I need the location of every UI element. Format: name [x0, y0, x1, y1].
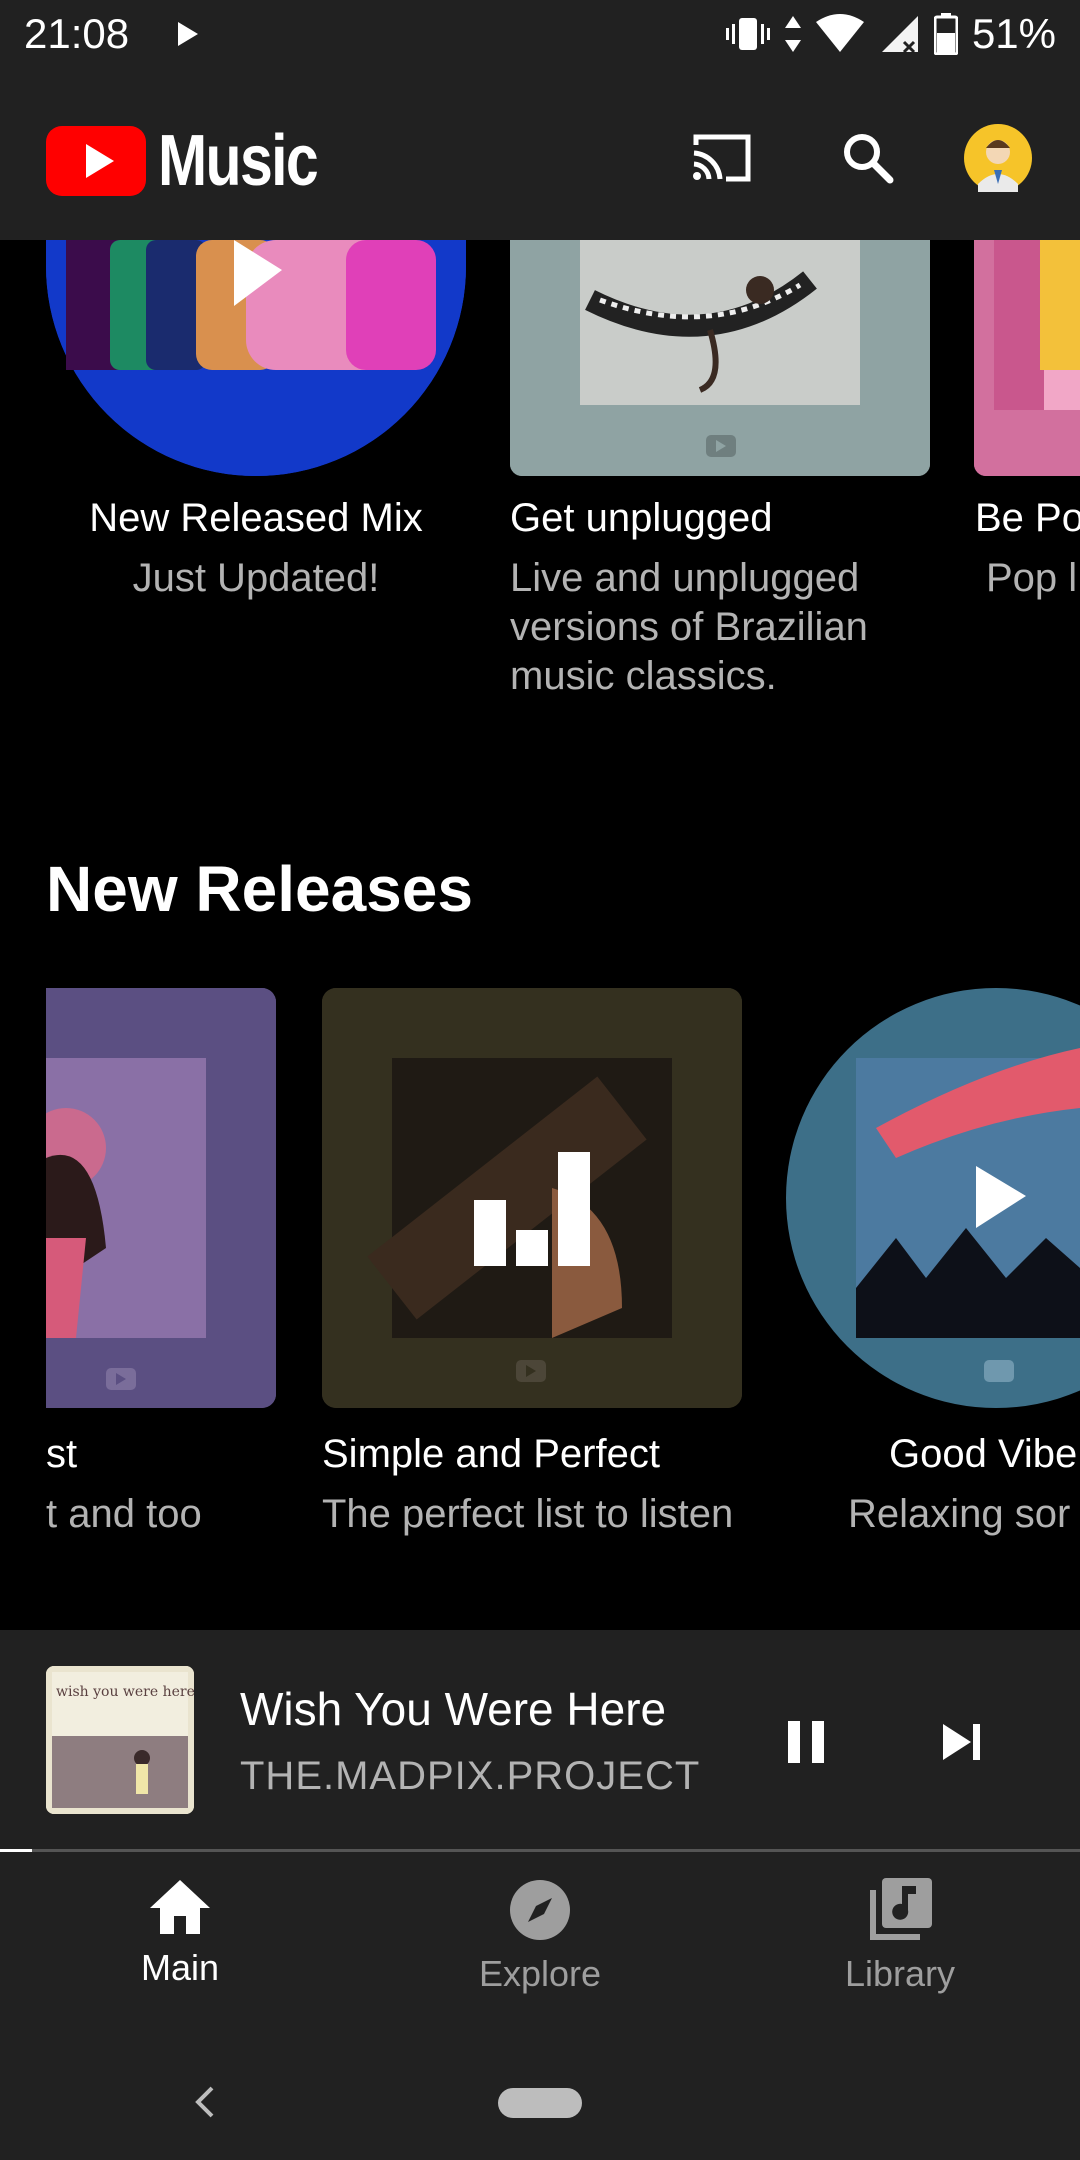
skip-next-button[interactable]: [926, 1706, 998, 1778]
back-button[interactable]: [186, 2082, 226, 2122]
mini-player[interactable]: wish you were here Wish You Were Here TH…: [0, 1630, 1080, 1852]
nav-label: Library: [844, 1953, 956, 1994]
now-playing-title[interactable]: Wish You Were Here: [240, 1682, 666, 1736]
search-button[interactable]: [832, 122, 904, 194]
nav-item-library[interactable]: Library: [780, 1878, 1020, 1995]
card-subtitle: Just Updated!: [132, 556, 380, 600]
card-subtitle: The perfect list to listen: [322, 1492, 734, 1536]
album-art-icon: wish you were here: [46, 1666, 194, 1814]
card-title[interactable]: New Released Mix: [46, 496, 466, 541]
media-play-icon: [178, 22, 198, 46]
new-released-mix-thumbnail[interactable]: [46, 240, 466, 476]
nav-label: Explore: [478, 1953, 602, 1994]
hammock-photo-icon: [510, 240, 930, 476]
good-vibe-thumbnail[interactable]: [786, 988, 1080, 1408]
app-title: Music: [158, 121, 319, 201]
pause-button[interactable]: [770, 1706, 842, 1778]
card-subtitle: Live and unplugged versions of Brazilian…: [510, 556, 868, 698]
pop-artwork-icon: [974, 240, 1080, 476]
app-bar: Music: [0, 72, 1080, 240]
card-title[interactable]: st: [46, 1432, 77, 1477]
search-icon: [844, 134, 894, 184]
back-chevron-icon: [195, 2086, 214, 2118]
home-icon: [150, 1880, 210, 1934]
card-title[interactable]: Good Vibe: [889, 1432, 1077, 1477]
nav-item-main[interactable]: Main: [60, 1878, 300, 1989]
battery-icon: [933, 13, 958, 55]
bottom-navigation: Main Explore Library: [0, 1852, 1080, 2020]
app-logo[interactable]: Music: [46, 120, 352, 202]
pause-icon: [788, 1721, 824, 1763]
now-playing-artist[interactable]: THE.MADPIX.PROJECT: [240, 1754, 700, 1799]
be-pop-thumbnail[interactable]: [974, 240, 1080, 476]
mix-artwork-icon: [46, 240, 466, 476]
card-subtitle: Pop l: [986, 556, 1078, 600]
home-pill[interactable]: [498, 2088, 582, 2118]
nav-item-explore[interactable]: Explore: [420, 1878, 660, 1995]
youtube-play-logo-icon: [46, 126, 146, 196]
simple-and-perfect-thumbnail[interactable]: [322, 988, 742, 1408]
section-heading-new-releases: New Releases: [46, 853, 473, 925]
guitar-photo-icon: [322, 988, 742, 1408]
signal-icon: [881, 16, 918, 54]
cast-icon: [693, 134, 751, 182]
status-time: 21:08: [24, 10, 130, 57]
battery-percent: 51%: [971, 10, 1056, 57]
skip-next-icon: [943, 1724, 980, 1760]
sunset-palms-icon: [786, 988, 1080, 1408]
data-arrows-icon: [784, 16, 801, 52]
thumb-text: wish you were here: [56, 1684, 194, 1700]
wifi-icon: [815, 14, 864, 52]
card-title[interactable]: Be Po: [975, 496, 1080, 541]
release-thumbnail-partial[interactable]: [46, 988, 276, 1408]
status-bar: 21:08 51%: [0, 0, 1080, 72]
vibrate-icon: [725, 18, 770, 50]
get-unplugged-thumbnail[interactable]: [510, 240, 930, 476]
now-playing-artwork[interactable]: wish you were here: [46, 1666, 194, 1814]
nav-label: Main: [140, 1947, 220, 1988]
system-navigation-bar: [0, 2020, 1080, 2160]
card-subtitle: t and too: [46, 1492, 202, 1536]
card-title[interactable]: Get unplugged: [510, 496, 772, 541]
compass-icon: [510, 1880, 570, 1940]
cast-button[interactable]: [686, 122, 758, 194]
account-avatar-button[interactable]: [962, 122, 1034, 194]
dancer-photo-icon: [46, 988, 276, 1408]
card-subtitle: Relaxing sor: [848, 1492, 1071, 1536]
status-icons: 51%: [725, 10, 1056, 58]
library-icon: [870, 1878, 932, 1940]
card-title[interactable]: Simple and Perfect: [322, 1432, 660, 1477]
avatar: [964, 124, 1032, 192]
equalizer-icon: [474, 1200, 506, 1266]
